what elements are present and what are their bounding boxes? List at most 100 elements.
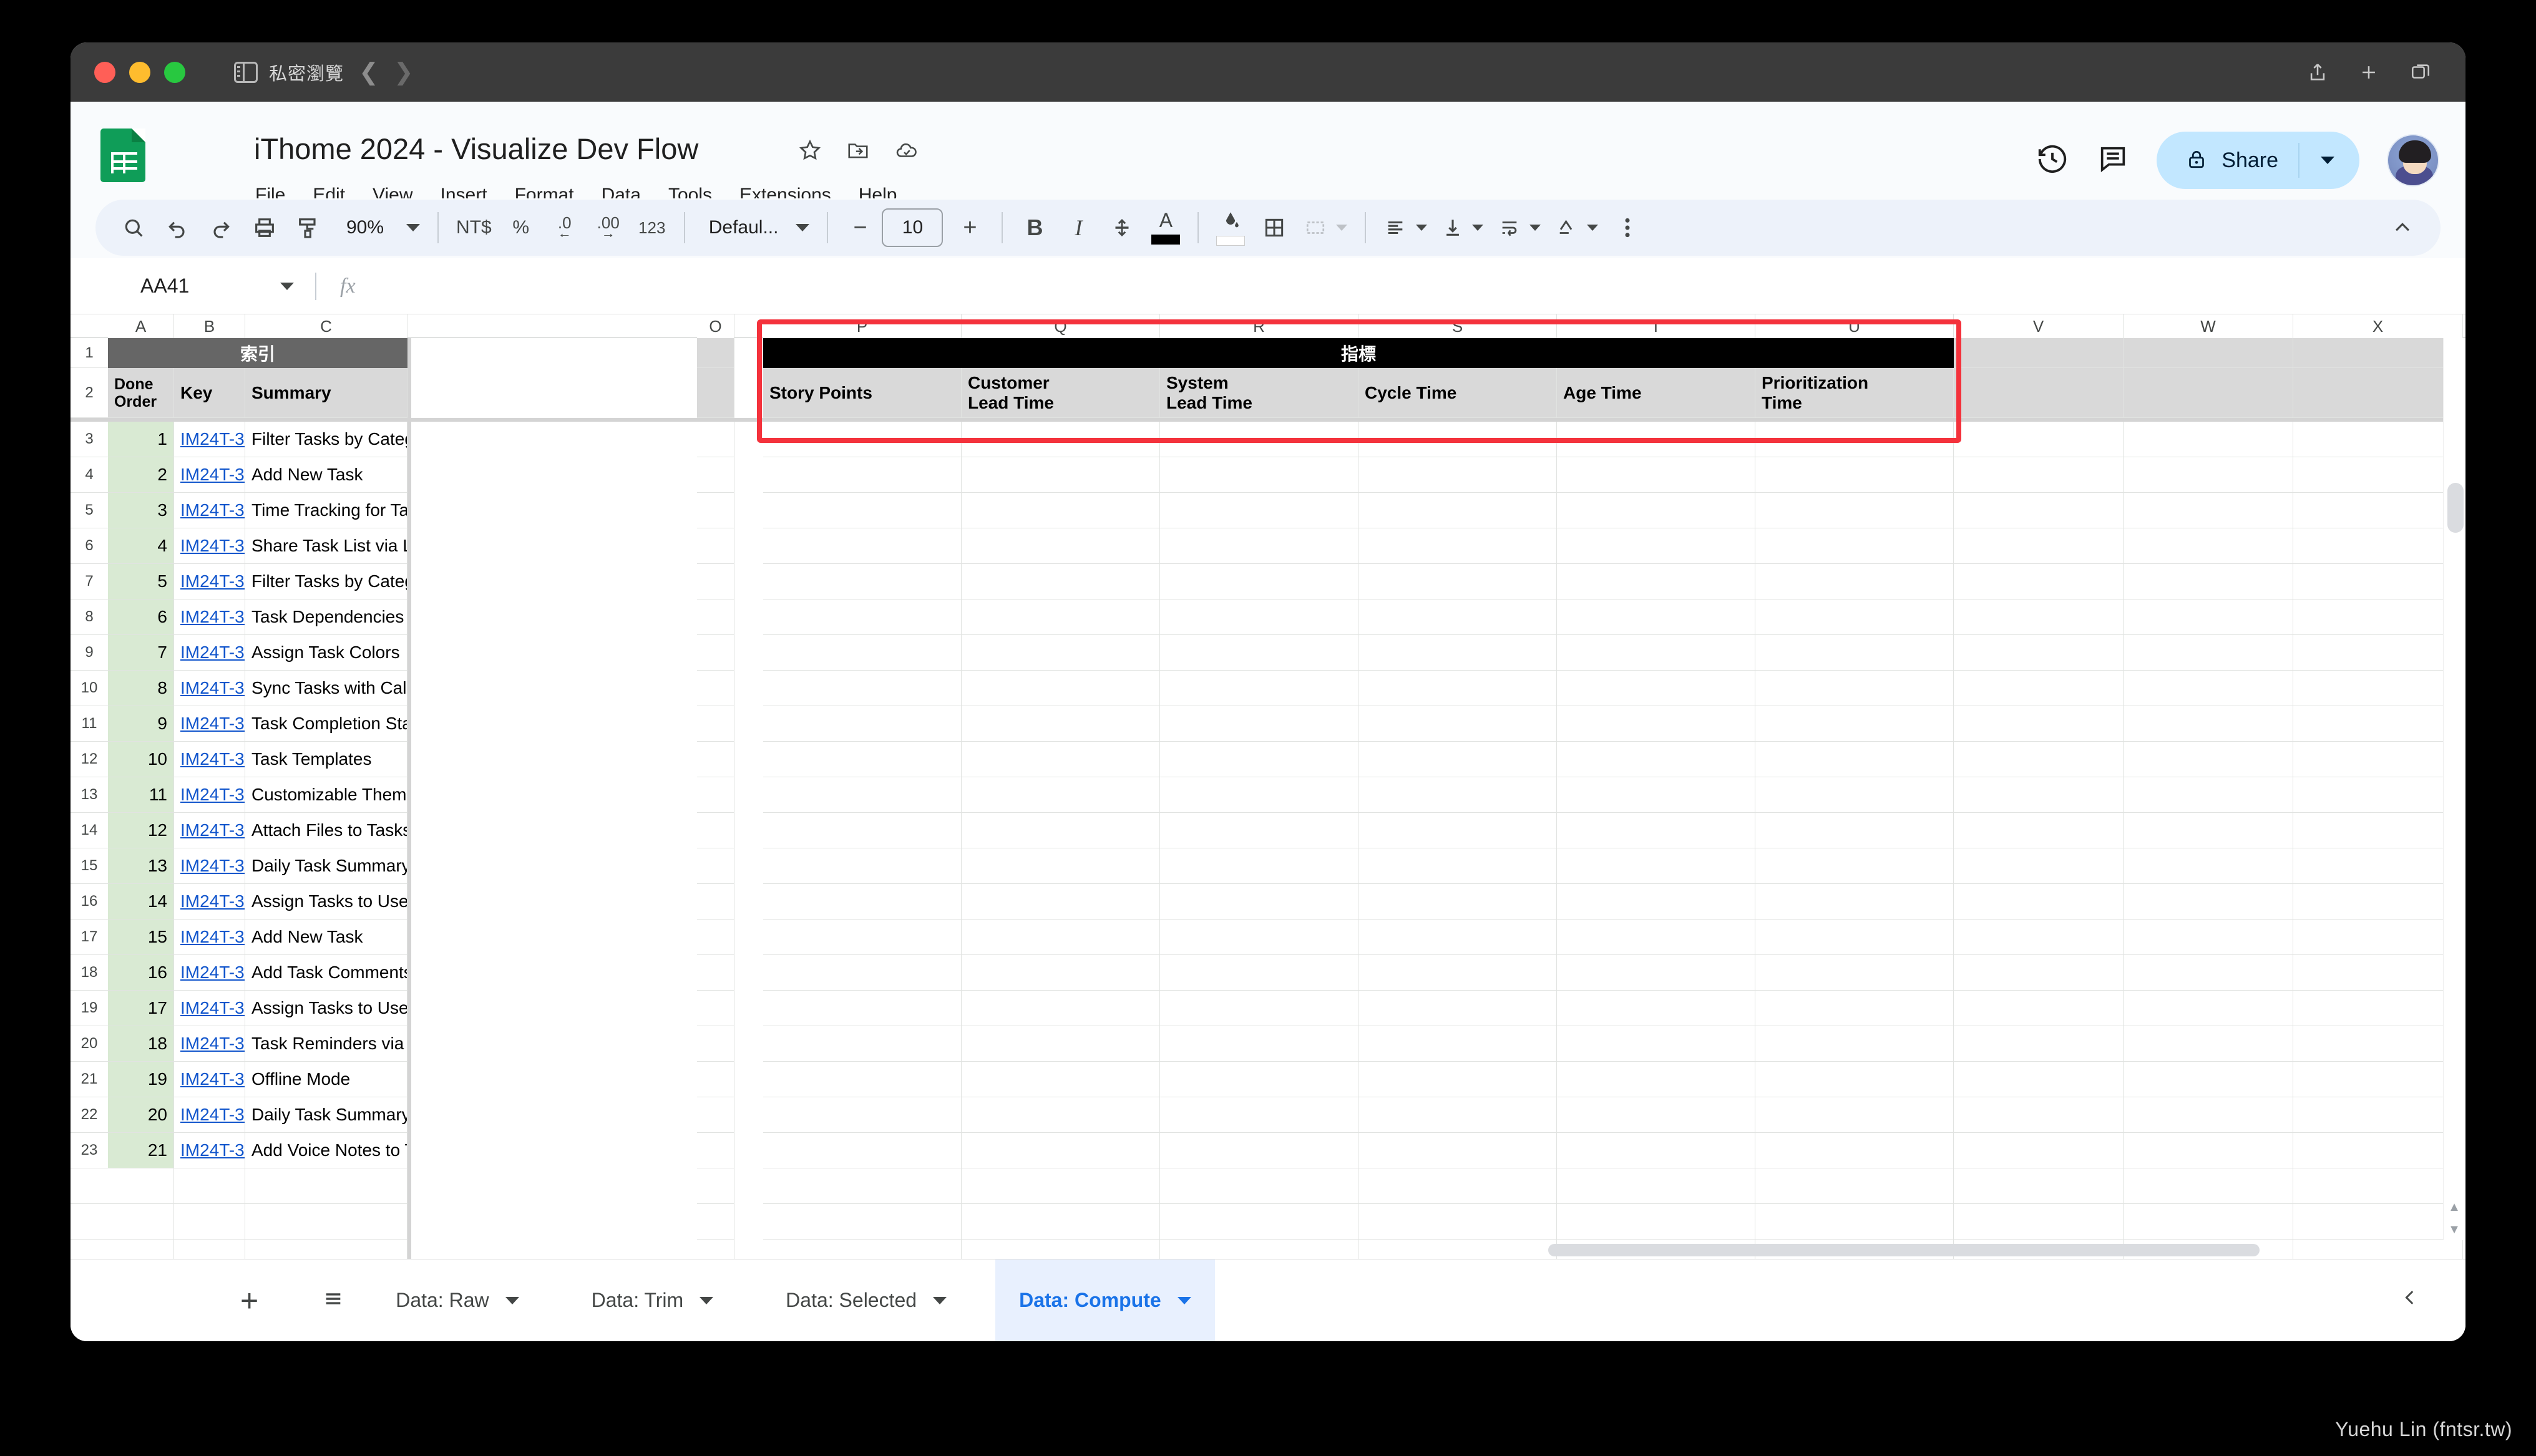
cell-q[interactable] <box>962 599 1160 635</box>
back-icon[interactable]: ❮ <box>359 58 379 86</box>
cell-t[interactable] <box>1557 1062 1755 1097</box>
cell-t[interactable] <box>1557 564 1755 599</box>
cell-V1[interactable] <box>1954 338 2124 368</box>
cell-key[interactable]: IM24T-316 <box>174 1026 245 1062</box>
cell-r[interactable] <box>1160 493 1358 528</box>
cell-p[interactable] <box>763 1097 962 1133</box>
paint-format-icon[interactable] <box>286 206 330 250</box>
cell-summary[interactable]: Share Task List via Link <box>245 528 407 564</box>
cell-key[interactable]: IM24T-355 <box>174 457 245 493</box>
row-header-4[interactable]: 4 <box>71 457 108 493</box>
cell-u[interactable] <box>1755 671 1954 706</box>
cell-blank[interactable] <box>1358 1168 1557 1204</box>
row-header-3[interactable]: 3 <box>71 422 108 457</box>
cell-q[interactable] <box>962 528 1160 564</box>
cell-p[interactable] <box>763 777 962 813</box>
column-header-r[interactable]: R <box>1160 314 1358 338</box>
merge-cells-button[interactable] <box>1296 206 1355 250</box>
cell-q[interactable] <box>962 991 1160 1026</box>
cell-u[interactable] <box>1755 528 1954 564</box>
cell-v[interactable] <box>1954 635 2124 671</box>
cell-blank[interactable] <box>962 1204 1160 1240</box>
cell-q[interactable] <box>962 1062 1160 1097</box>
cell-blank[interactable] <box>1954 1168 2124 1204</box>
cell-X1[interactable] <box>2293 338 2463 368</box>
cell-o[interactable] <box>697 457 734 493</box>
cell-summary[interactable]: Attach Files to Tasks <box>245 813 407 848</box>
cell-w[interactable] <box>2124 493 2293 528</box>
cell-p[interactable] <box>763 991 962 1026</box>
cell-q[interactable] <box>962 635 1160 671</box>
cell-order[interactable]: 5 <box>108 564 174 599</box>
cell-o[interactable] <box>697 635 734 671</box>
collapse-toolbar-button[interactable] <box>2381 206 2424 250</box>
cell-w[interactable] <box>2124 457 2293 493</box>
cell-u[interactable] <box>1755 955 1954 991</box>
cell-v[interactable] <box>1954 706 2124 742</box>
chevron-down-icon[interactable] <box>505 1296 519 1304</box>
cell-w[interactable] <box>2124 991 2293 1026</box>
cell-u[interactable] <box>1755 742 1954 777</box>
header-cell-P2[interactable]: Story Points <box>763 368 962 418</box>
cell-blank[interactable] <box>1954 1204 2124 1240</box>
column-header-o[interactable]: O <box>697 314 734 338</box>
header-cell-V2[interactable] <box>1954 368 2124 418</box>
row-header-20[interactable]: 20 <box>71 1026 108 1062</box>
cell-x[interactable] <box>2293 1026 2463 1062</box>
cell-r[interactable] <box>1160 777 1358 813</box>
cell-u[interactable] <box>1755 422 1954 457</box>
cell-order[interactable]: 12 <box>108 813 174 848</box>
sheet-tab-data-compute[interactable]: Data: Compute <box>995 1259 1215 1341</box>
row-header-21[interactable]: 21 <box>71 1062 108 1097</box>
cell-blank[interactable] <box>1160 1204 1358 1240</box>
cell-v[interactable] <box>1954 422 2124 457</box>
cell-p[interactable] <box>763 1062 962 1097</box>
cell-summary[interactable]: Filter Tasks by Category <box>245 564 407 599</box>
cell-order[interactable]: 13 <box>108 848 174 884</box>
row-header-9[interactable]: 9 <box>71 635 108 671</box>
cell-summary[interactable]: Customizable Themes <box>245 777 407 813</box>
cell-x[interactable] <box>2293 813 2463 848</box>
row-header-15[interactable]: 15 <box>71 848 108 884</box>
sheet-tab-data-trim[interactable]: Data: Trim <box>568 1259 738 1341</box>
header-cell-W2[interactable] <box>2124 368 2293 418</box>
cell-key[interactable]: IM24T-334 <box>174 777 245 813</box>
cell-q[interactable] <box>962 813 1160 848</box>
cell-v[interactable] <box>1954 564 2124 599</box>
cell-summary[interactable]: Sync Tasks with Calendar <box>245 671 407 706</box>
cell-v[interactable] <box>1954 742 2124 777</box>
cell-key[interactable]: IM24T-313 <box>174 671 245 706</box>
cell-x[interactable] <box>2293 884 2463 920</box>
vertical-scroll-thumb[interactable] <box>2447 483 2464 533</box>
cell-o[interactable] <box>697 671 734 706</box>
cell-order[interactable]: 17 <box>108 991 174 1026</box>
cell-order[interactable]: 19 <box>108 1062 174 1097</box>
cell-q[interactable] <box>962 1097 1160 1133</box>
cell-r[interactable] <box>1160 528 1358 564</box>
cell-s[interactable] <box>1358 848 1557 884</box>
cell-blank[interactable] <box>108 1204 174 1240</box>
cell-order[interactable]: 14 <box>108 884 174 920</box>
text-color-button[interactable]: A <box>1144 206 1188 250</box>
cell-key[interactable]: IM24T-302 <box>174 1097 245 1133</box>
cell-u[interactable] <box>1755 1062 1954 1097</box>
cell-t[interactable] <box>1557 813 1755 848</box>
share-dropdown-button[interactable] <box>2299 157 2356 164</box>
cell-summary[interactable]: Daily Task Summary <box>245 1097 407 1133</box>
borders-button[interactable] <box>1252 206 1296 250</box>
cell-p[interactable] <box>763 1026 962 1062</box>
horizontal-align-button[interactable] <box>1376 206 1435 250</box>
cell-o[interactable] <box>697 706 734 742</box>
row-header-12[interactable]: 12 <box>71 742 108 777</box>
cell-u[interactable] <box>1755 1133 1954 1168</box>
cell-blank[interactable] <box>174 1168 245 1204</box>
cell-key[interactable]: IM24T-303 <box>174 564 245 599</box>
cell-q[interactable] <box>962 955 1160 991</box>
cell-p[interactable] <box>763 742 962 777</box>
cell-r[interactable] <box>1160 422 1358 457</box>
cell-q[interactable] <box>962 1133 1160 1168</box>
cell-blank[interactable] <box>2124 1168 2293 1204</box>
row-header-blank[interactable] <box>71 1204 108 1240</box>
cell-summary[interactable]: Assign Task Colors <box>245 635 407 671</box>
cell-u[interactable] <box>1755 1097 1954 1133</box>
